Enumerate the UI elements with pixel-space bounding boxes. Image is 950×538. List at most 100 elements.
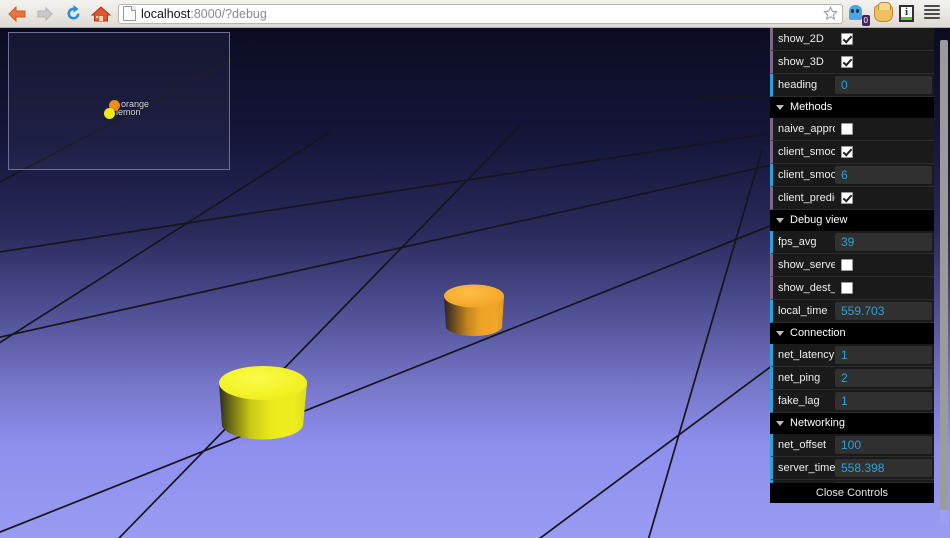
bookmark-star-button[interactable] [822,6,838,22]
control-row-net_latency: net_latency 1 [770,344,934,367]
debug-label-lemon: lemon [116,107,141,117]
control-label-fake_lag: fake_lag [778,395,820,407]
control-value-client_smoothing[interactable] [835,141,934,163]
hand-extension-icon[interactable] [874,1,893,23]
folder-networking[interactable]: Networking [770,413,934,434]
control-label-net_latency: net_latency [778,349,835,361]
controls-list: show_2D show_3Dheading 0Methods naive_appro… [770,28,934,503]
control-value-net_offset[interactable]: 100 [835,436,932,454]
control-row-show_server_pos: show_serve… [770,254,934,277]
control-label-heading: heading [778,79,818,91]
player-lemon-cylinder [219,366,307,440]
controls-scrollbar-track[interactable] [940,40,948,525]
control-row-naive_approach: naive_appro… [770,118,934,141]
close-controls-button[interactable]: Close Controls [770,483,934,503]
control-value-show_3D[interactable] [835,51,934,73]
control-row-client_predict: client_predict [770,187,934,210]
checkbox-client_predict[interactable] [841,192,853,204]
control-row-client_smooth: client_smooth6 [770,164,934,187]
control-value-server_time[interactable]: 558.398 [835,459,932,477]
ghost-extension-icon[interactable]: 0 [849,4,870,26]
control-value-show_2D[interactable] [835,28,934,50]
control-label-show_dest_pos: show_dest_… [778,282,835,294]
forward-button[interactable] [34,3,56,25]
folder-methods[interactable]: Methods [770,97,934,118]
control-value-client_smooth[interactable]: 6 [835,166,932,184]
home-icon [91,5,111,21]
reload-button[interactable] [62,3,84,25]
back-button[interactable] [6,3,28,25]
url-host: localhost [141,6,191,21]
control-value-naive_approach[interactable] [835,118,934,140]
star-icon [822,6,838,21]
address-bar[interactable]: localhost:8000/?debug [118,3,843,24]
control-label-show_2D: show_2D [778,33,824,45]
control-label-net_ping: net_ping [778,372,821,384]
forward-arrow-icon [37,6,53,21]
page-document-icon [123,6,136,21]
browser-extensions: 0 [849,1,950,26]
debug-dot-lemon [104,108,115,119]
control-label-local_time: local_time [778,305,828,317]
debug-2d-view: orange lemon [8,32,230,170]
folder-label: Networking [790,417,846,429]
control-value-local_time[interactable]: 559.703 [835,302,932,320]
folder-label: Methods [790,101,833,113]
control-label-client_smoothing: client_smoo… [778,146,835,158]
control-value-fake_lag[interactable]: 1 [835,392,932,410]
browser-menu-button[interactable] [924,4,942,23]
control-row-net_ping: net_ping 2 [770,367,934,390]
chevron-down-icon [776,104,784,110]
control-value-fps_avg[interactable]: 39 [835,233,932,251]
chevron-down-icon [776,217,784,223]
browser-toolbar: localhost:8000/?debug 0 [0,0,950,28]
control-row-fps_avg: fps_avg 39 [770,231,934,254]
control-row-local_time: local_time 559.703 [770,300,934,323]
control-value-heading[interactable]: 0 [835,76,932,94]
control-row-client_smoothing: client_smoo… [770,141,934,164]
control-label-show_server_pos: show_serve… [778,259,835,271]
player-orange-cylinder [444,284,504,337]
control-value-net_latency[interactable]: 1 [835,346,932,364]
control-label-show_3D: show_3D [778,56,824,68]
controls-scrollbar-thumb[interactable] [940,40,948,510]
folder-connection[interactable]: Connection [770,323,934,344]
control-value-show_dest_pos[interactable] [835,277,934,299]
folder-label: Debug view [790,214,848,226]
control-label-server_time: server_time [778,462,835,474]
home-button[interactable] [90,3,112,25]
url-path: :8000/?debug [190,6,267,21]
checkbox-show_server_pos[interactable] [841,259,853,271]
info-extension-icon[interactable] [899,4,917,23]
control-row-net_offset: net_offset 100 [770,434,934,457]
control-row-server_time: server_time 558.398 [770,457,934,480]
app-root: localhost:8000/?debug 0 i orange lemon s… [0,0,950,538]
chevron-down-icon [776,420,784,426]
control-label-net_offset: net_offset [778,439,827,451]
chevron-down-icon [776,330,784,336]
hamburger-menu-icon [924,4,940,19]
control-row-show_2D: show_2D [770,28,934,51]
control-value-client_predict[interactable] [835,187,934,209]
checkbox-show_2D[interactable] [841,33,853,45]
back-arrow-icon [8,5,26,22]
ghost-extension-badge: 0 [861,14,870,26]
navigation-buttons [0,3,112,25]
folder-debug_view[interactable]: Debug view [770,210,934,231]
checkbox-show_dest_pos[interactable] [841,282,853,294]
control-row-show_dest_pos: show_dest_… [770,277,934,300]
control-label-naive_approach: naive_appro… [778,123,835,135]
checkbox-client_smoothing[interactable] [841,146,853,158]
control-label-client_smooth: client_smooth [778,169,835,181]
reload-icon [67,5,79,20]
control-row-fake_lag: fake_lag 1 [770,390,934,413]
control-label-fps_avg: fps_avg [778,236,817,248]
url-text: localhost:8000/?debug [141,7,267,21]
control-row-heading: heading 0 [770,74,934,97]
control-row-show_3D: show_3D [770,51,934,74]
control-value-show_server_pos[interactable] [835,254,934,276]
control-value-net_ping[interactable]: 2 [835,369,932,387]
checkbox-naive_approach[interactable] [841,123,853,135]
checkbox-show_3D[interactable] [841,56,853,68]
folder-label: Connection [790,327,846,339]
